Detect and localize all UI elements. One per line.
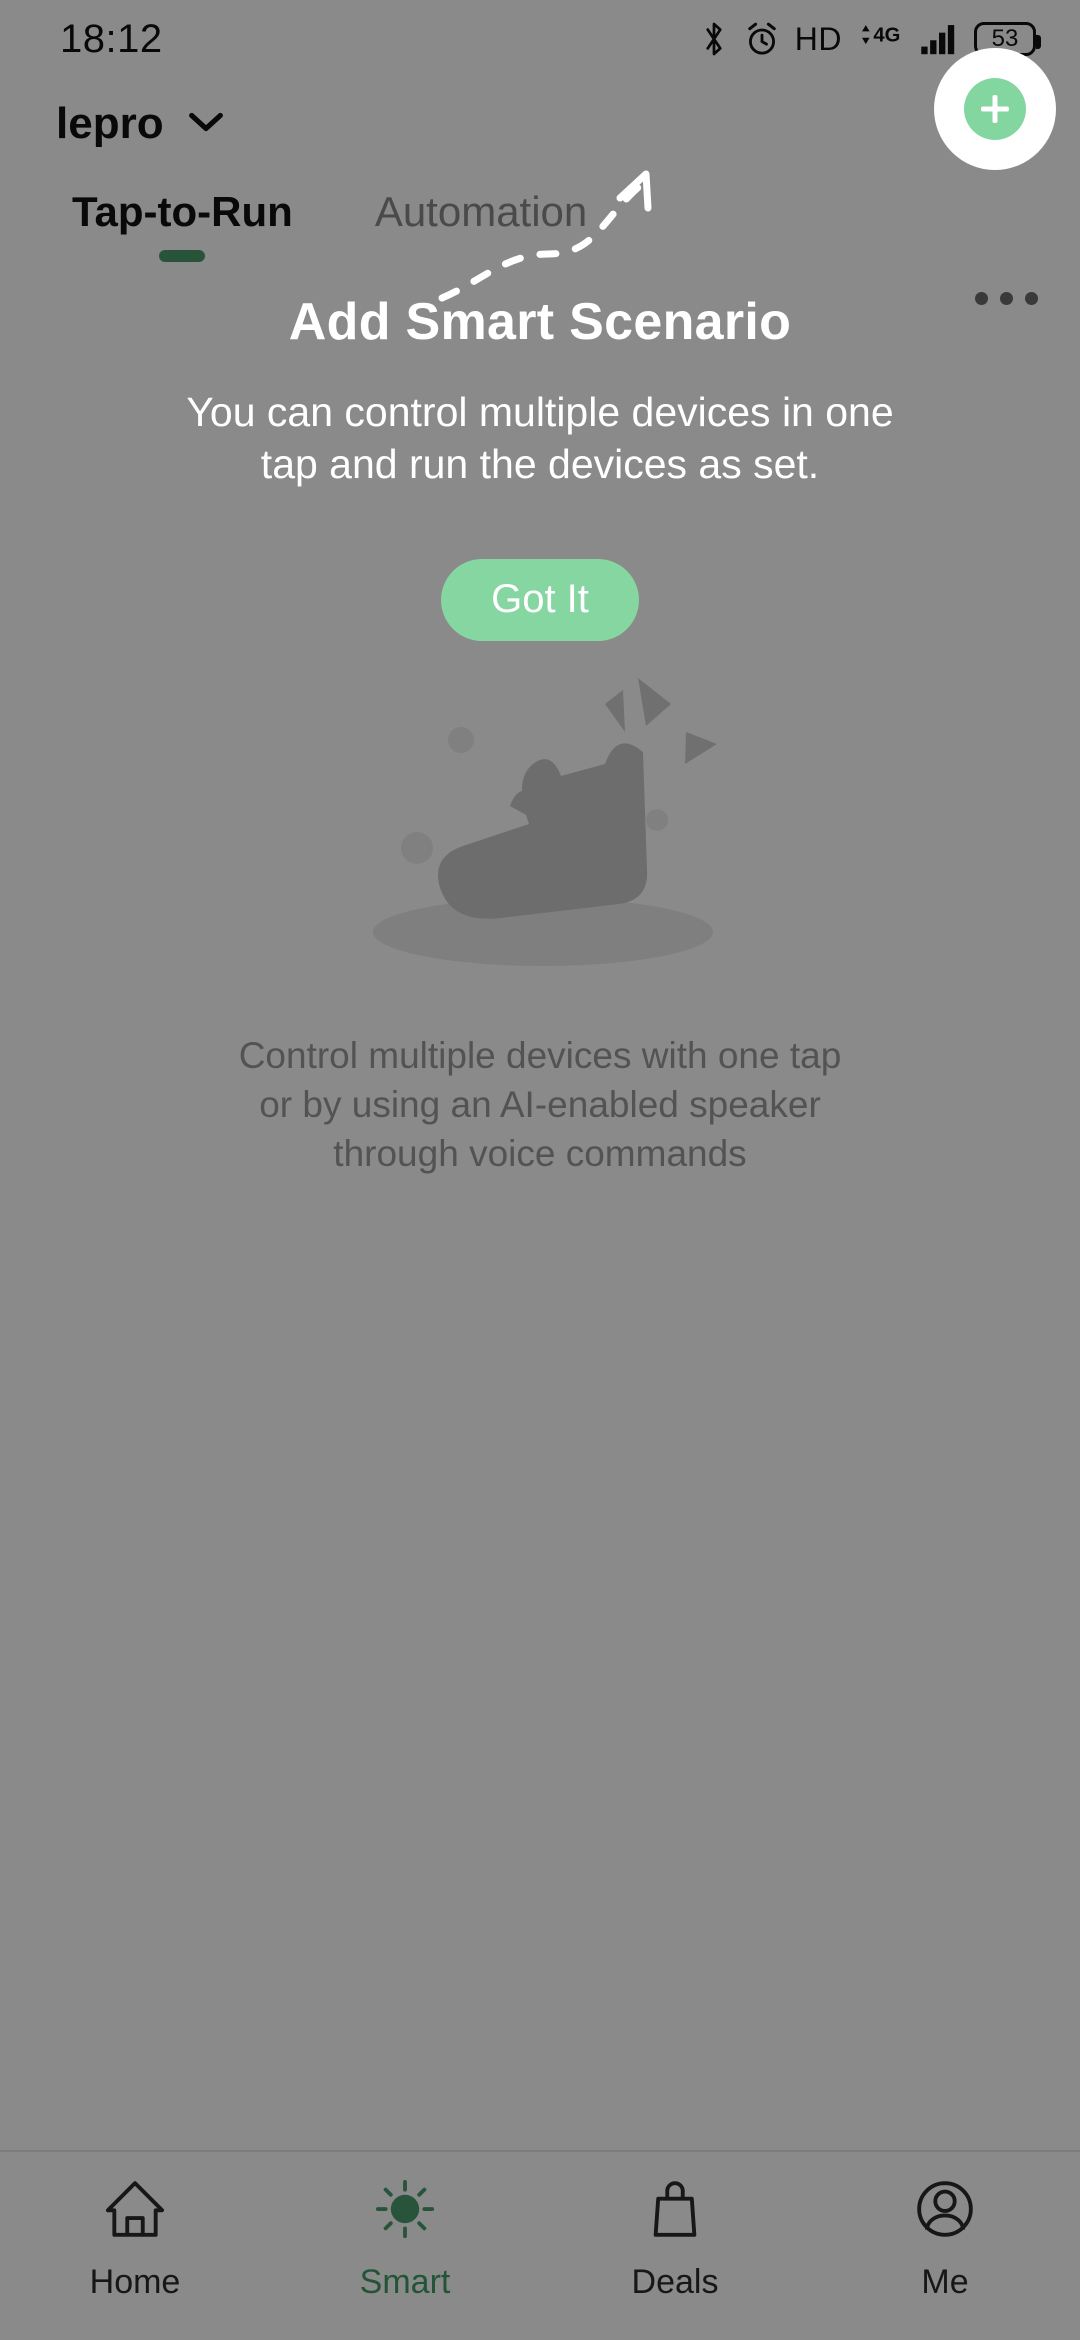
coachmark-description: You can control multiple devices in one … (186, 389, 894, 488)
plus-icon (964, 78, 1026, 140)
add-scenario-button[interactable] (948, 62, 1042, 156)
got-it-button[interactable]: Got It (441, 558, 639, 641)
dashed-arrow-icon (420, 150, 720, 315)
more-options-icon[interactable] (975, 292, 1038, 305)
